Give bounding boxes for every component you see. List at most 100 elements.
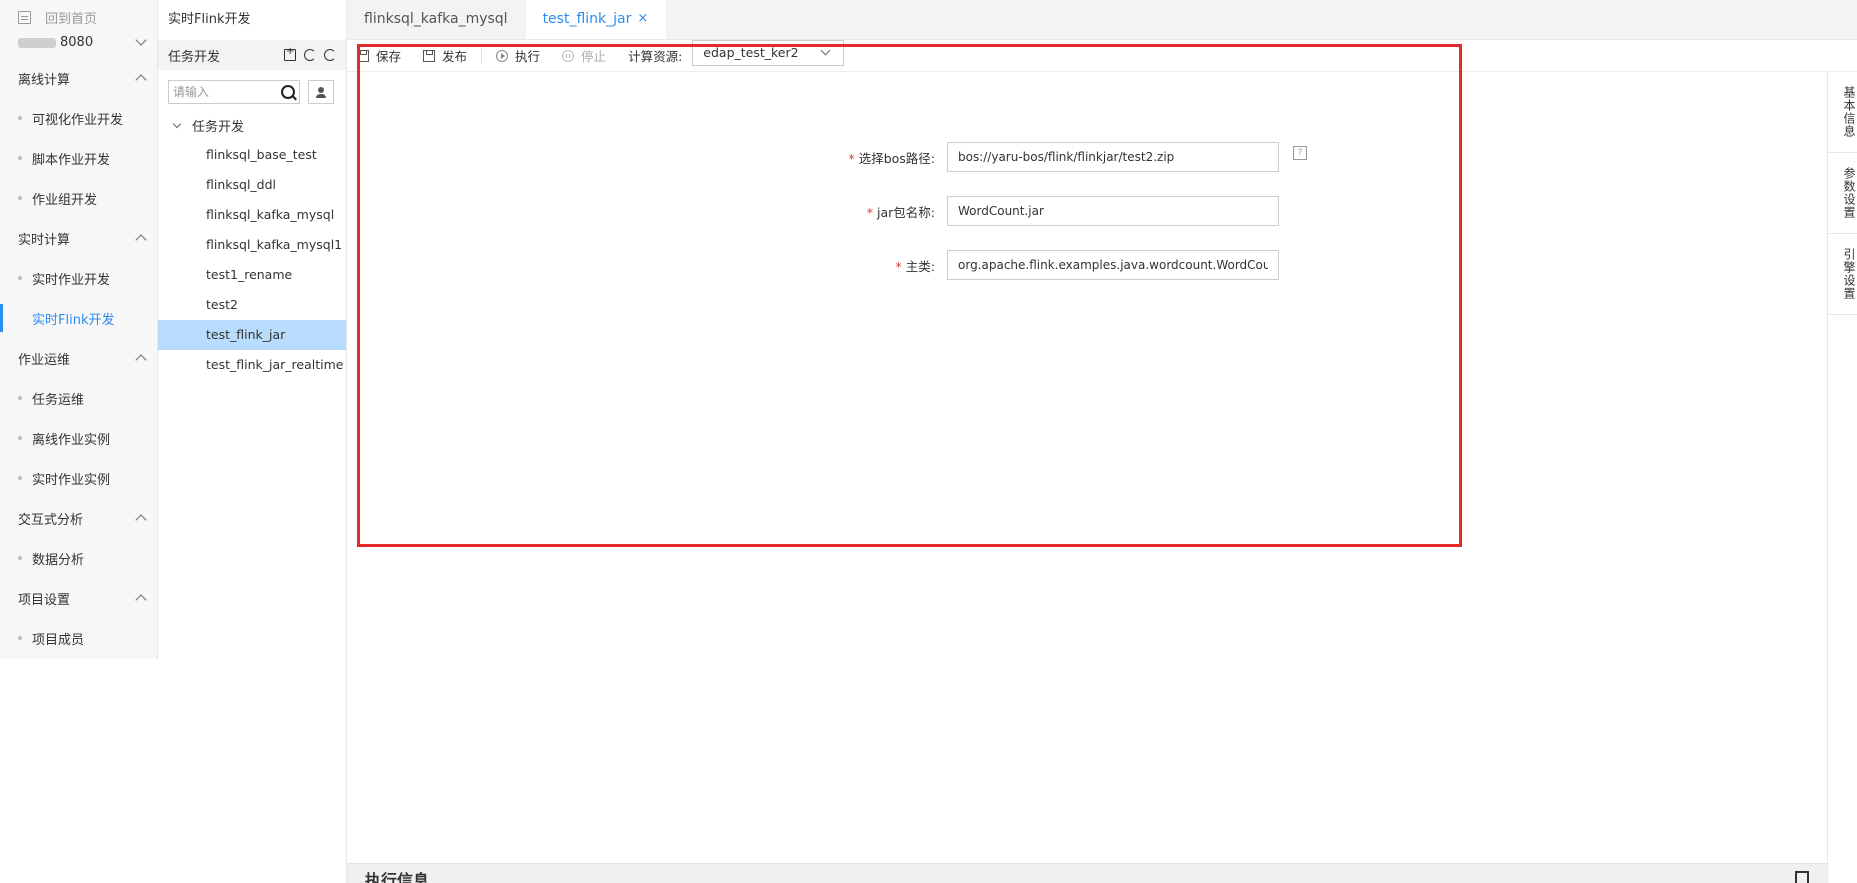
tree-item[interactable]: flinksql_kafka_mysql (158, 200, 346, 230)
home-label: 回到首页 (45, 12, 98, 27)
resource-select[interactable]: edap_test_ker2 (692, 39, 845, 66)
tree-item[interactable]: flinksql_ddl (158, 170, 346, 200)
nav-group-offline[interactable]: 离线计算 (0, 58, 157, 98)
tab-bar: flinksql_kafka_mysql test_flink_jar × (347, 0, 1857, 40)
nav-item-realtime-flink[interactable]: 实时Flink开发 (0, 298, 157, 338)
run-label: 执行 (515, 49, 541, 64)
new-file-icon[interactable] (284, 46, 296, 61)
nav-item-script-job[interactable]: 脚本作业开发 (0, 138, 157, 178)
bullet-icon (18, 116, 22, 120)
tab-flinksql-kafka-mysql[interactable]: flinksql_kafka_mysql (347, 0, 526, 39)
help-icon[interactable]: ? (1293, 146, 1307, 160)
tree-folder-label: 任务开发 (192, 119, 245, 135)
jar-name-label: * jar包名称: (817, 202, 947, 221)
exec-info-panel: 执行信息 (347, 863, 1827, 883)
bos-path-label-text: 选择bos路径: (858, 150, 935, 166)
chevron-down-icon (820, 45, 831, 56)
search-box (168, 80, 300, 104)
nav-item-label: 实时作业实例 (32, 472, 111, 488)
nav-item-label: 实时作业开发 (32, 272, 111, 288)
nav-item-realtime-job[interactable]: 实时作业开发 (0, 258, 157, 298)
side-tab-basic-info[interactable]: 基本信息 (1828, 72, 1857, 153)
bullet-icon (18, 476, 22, 480)
publish-label: 发布 (442, 49, 468, 64)
tab-test-flink-jar[interactable]: test_flink_jar × (525, 0, 667, 39)
chevron-up-icon (135, 234, 147, 246)
jar-name-input[interactable] (947, 196, 1279, 226)
tree-item[interactable]: test_flink_jar_realtime (158, 350, 346, 380)
maximize-icon[interactable] (1795, 870, 1809, 883)
stop-button[interactable]: 停止 (562, 46, 606, 65)
save-label: 保存 (376, 49, 402, 64)
run-button[interactable]: 执行 (496, 46, 540, 65)
nav-item-realtime-instance[interactable]: 实时作业实例 (0, 458, 157, 498)
chevron-up-icon (135, 354, 147, 366)
main-class-input[interactable] (947, 250, 1279, 280)
tree-item[interactable]: test1_rename (158, 260, 346, 290)
nav-group-title: 离线计算 (18, 72, 71, 88)
nav-item-task-ops[interactable]: 任务运维 (0, 378, 157, 418)
nav-group-project-settings[interactable]: 项目设置 (0, 578, 157, 618)
publish-icon (423, 49, 436, 62)
tree-item[interactable]: flinksql_base_test (158, 140, 346, 170)
nav-item-project-members[interactable]: 项目成员 (0, 618, 157, 658)
toolbar-divider (481, 48, 483, 63)
right-side-tabs: 基本信息 参数设置 引擎设置 (1827, 72, 1857, 883)
home-icon (18, 11, 31, 24)
nav-item-label: 任务运维 (32, 392, 85, 408)
home-link[interactable]: 回到首页 (18, 8, 157, 27)
chevron-down-icon (135, 34, 147, 46)
play-icon (496, 49, 509, 62)
form-row-main-class: * 主类: (817, 250, 1307, 280)
nav-item-label: 脚本作业开发 (32, 152, 111, 168)
tree-panel-title: 实时Flink开发 (168, 12, 251, 27)
required-mark: * (866, 204, 874, 220)
nav-item-visual-job[interactable]: 可视化作业开发 (0, 98, 157, 138)
user-icon (316, 86, 326, 98)
nav-item-job-group[interactable]: 作业组开发 (0, 178, 157, 218)
toolbar: 保存 发布 执行 停止 计算资源: edap_test_ker2 (347, 39, 1857, 72)
publish-button[interactable]: 发布 (423, 46, 467, 65)
save-button[interactable]: 保存 (357, 46, 401, 65)
tree-item-selected[interactable]: test_flink_jar (158, 320, 346, 350)
stop-label: 停止 (581, 49, 607, 64)
form-row-bos-path: *选择bos路径: ? (817, 142, 1307, 172)
user-filter-button[interactable] (308, 80, 334, 104)
nav-group-ops[interactable]: 作业运维 (0, 338, 157, 378)
tree-search-row (158, 70, 346, 110)
refresh-icon[interactable] (324, 49, 336, 61)
tree-folder[interactable]: 任务开发 (158, 110, 346, 140)
nav-group-realtime[interactable]: 实时计算 (0, 218, 157, 258)
resource-value: edap_test_ker2 (703, 45, 799, 60)
tree-item[interactable]: flinksql_kafka_mysql1 (158, 230, 346, 260)
nav-top: 回到首页 8080 (0, 0, 157, 58)
chevron-up-icon (135, 514, 147, 526)
close-icon[interactable]: × (637, 0, 648, 39)
form-row-jar-name: * jar包名称: (817, 196, 1307, 226)
nav-item-label: 离线作业实例 (32, 432, 111, 448)
save-icon (357, 49, 369, 62)
nav-item-data-analysis[interactable]: 数据分析 (0, 538, 157, 578)
nav-item-offline-instance[interactable]: 离线作业实例 (0, 418, 157, 458)
required-mark: * (895, 258, 902, 274)
nav-item-label: 数据分析 (32, 552, 85, 568)
bos-path-input[interactable] (947, 142, 1279, 172)
task-tree-panel: 实时Flink开发 任务开发 任务开发 flinksql_base_test f… (158, 0, 347, 883)
search-icon[interactable] (281, 85, 295, 99)
project-label: 8080 (60, 35, 94, 50)
exec-panel-title: 执行信息 (365, 870, 430, 883)
nav-group-title: 作业运维 (18, 352, 71, 368)
nav-group-interactive[interactable]: 交互式分析 (0, 498, 157, 538)
tree-item[interactable]: test2 (158, 290, 346, 320)
nav-item-label: 项目成员 (32, 632, 85, 648)
nav-group-title: 项目设置 (18, 592, 71, 608)
bullet-icon (18, 556, 22, 560)
search-input[interactable] (173, 85, 273, 99)
side-tab-engine[interactable]: 引擎设置 (1828, 234, 1857, 315)
sync-icon[interactable] (304, 49, 316, 61)
side-tab-params[interactable]: 参数设置 (1828, 153, 1857, 234)
main-class-label: * 主类: (817, 256, 947, 275)
project-select[interactable]: 8080 (18, 34, 157, 50)
tree-actions (284, 46, 336, 61)
resource-label: 计算资源: (628, 49, 683, 64)
